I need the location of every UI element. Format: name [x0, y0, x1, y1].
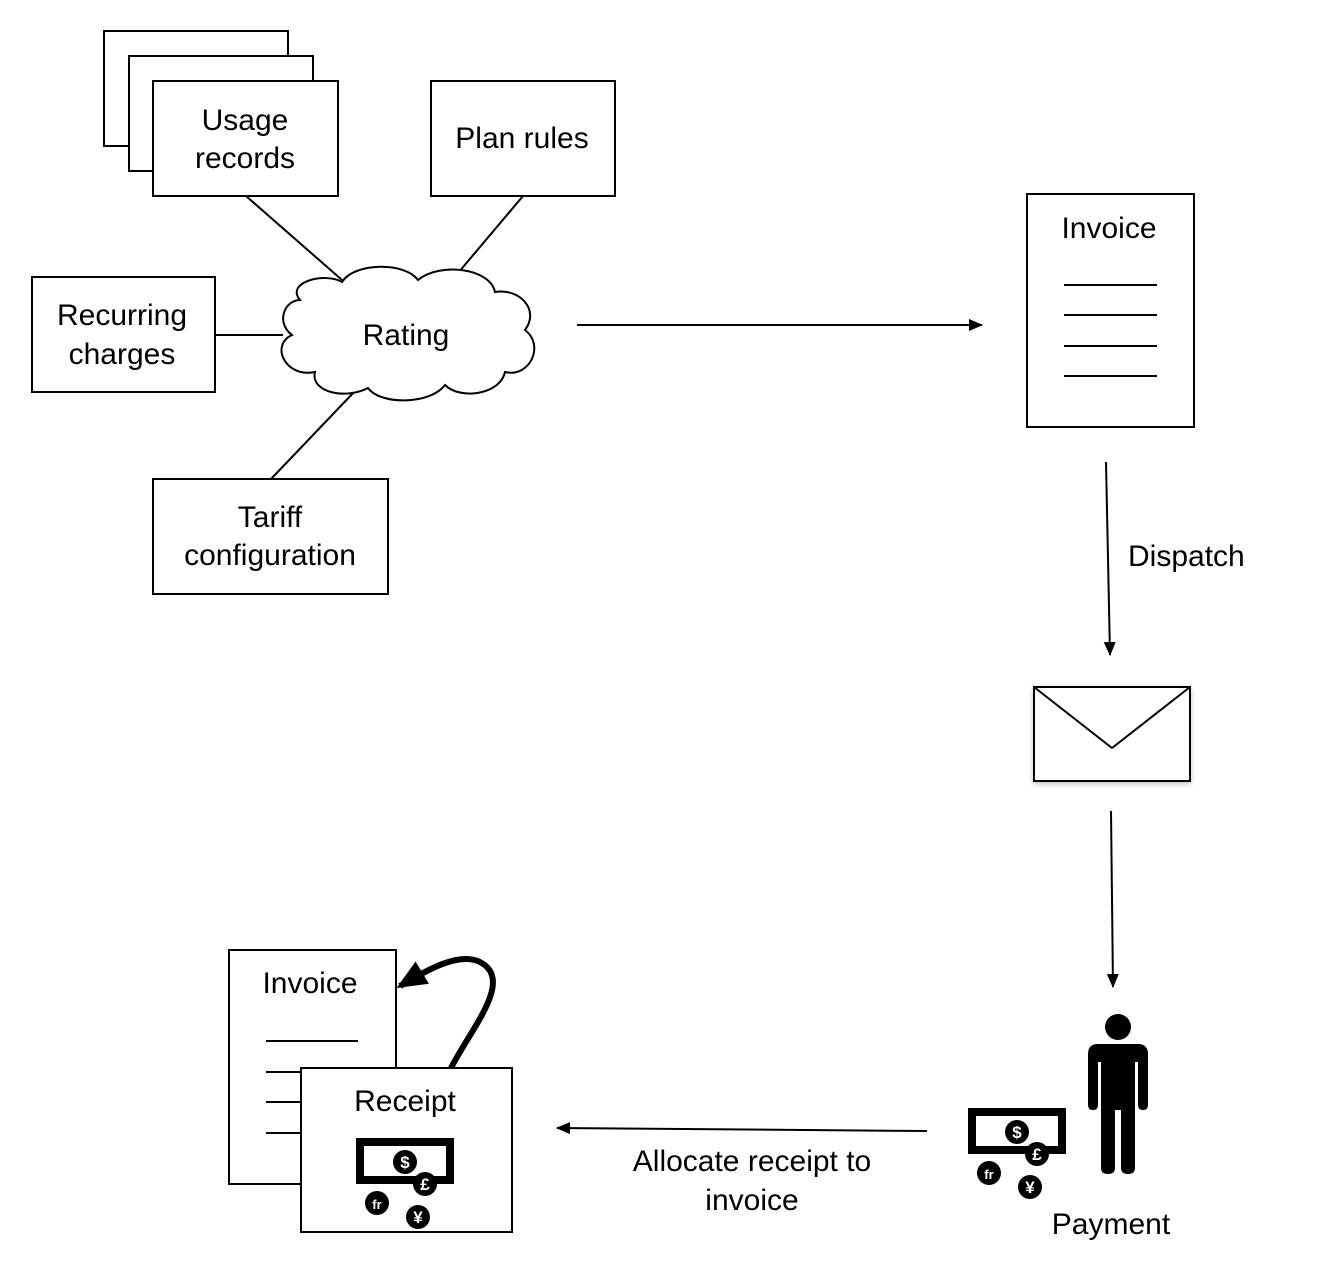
allocate-arrow — [556, 1122, 928, 1135]
envelope-to-payment-arrow — [1106, 810, 1119, 988]
recurring-charges-label-1: Recurring — [57, 299, 187, 332]
receipt-label: Receipt — [354, 1085, 456, 1118]
usage-records-label-1: Usage — [202, 104, 289, 137]
franc-icon: fr — [372, 1197, 381, 1212]
allocate-label-2: invoice — [705, 1184, 798, 1217]
plan-rules-node: Plan rules — [430, 80, 616, 197]
franc-icon: fr — [984, 1167, 993, 1182]
usage-records-node: Usage records — [103, 30, 339, 197]
allocate-label-1: Allocate receipt to — [633, 1145, 871, 1178]
envelope-icon — [1033, 686, 1191, 782]
invoice-top-label: Invoice — [1061, 212, 1156, 245]
recurring-charges-label-2: charges — [69, 338, 176, 371]
usage-records-label-2: records — [195, 142, 295, 175]
receipt-document: Receipt $ £ fr ¥ — [300, 1067, 513, 1233]
rating-cloud-node: Rating — [280, 265, 536, 402]
yen-icon: ¥ — [1025, 1178, 1035, 1197]
person-icon — [1088, 1014, 1148, 1174]
billing-flow-diagram: Usage records Plan rules Recurring charg… — [31, 30, 1245, 1241]
tariff-label-1: Tariff — [238, 501, 303, 534]
receipt-to-invoice-curved-arrow — [396, 955, 496, 1070]
invoice-document-top: Invoice — [1026, 193, 1195, 428]
rating-label: Rating — [363, 319, 450, 352]
pound-icon: £ — [420, 1175, 430, 1194]
recurring-charges-node: Recurring charges — [31, 276, 216, 393]
dispatch-label: Dispatch — [1128, 540, 1245, 573]
tariff-label-2: configuration — [184, 539, 356, 572]
pound-icon: £ — [1032, 1145, 1042, 1164]
invoice-bottom-label: Invoice — [262, 967, 357, 1000]
tariff-configuration-node: Tariff configuration — [152, 478, 389, 595]
plan-rules-label: Plan rules — [455, 122, 588, 155]
dispatch-arrow — [1103, 461, 1116, 656]
money-currency-icon: $ £ fr ¥ — [968, 1108, 1066, 1199]
payment-label: Payment — [1052, 1208, 1171, 1241]
yen-icon: ¥ — [413, 1208, 423, 1227]
dollar-icon: $ — [400, 1153, 410, 1172]
dollar-icon: $ — [1012, 1123, 1022, 1142]
